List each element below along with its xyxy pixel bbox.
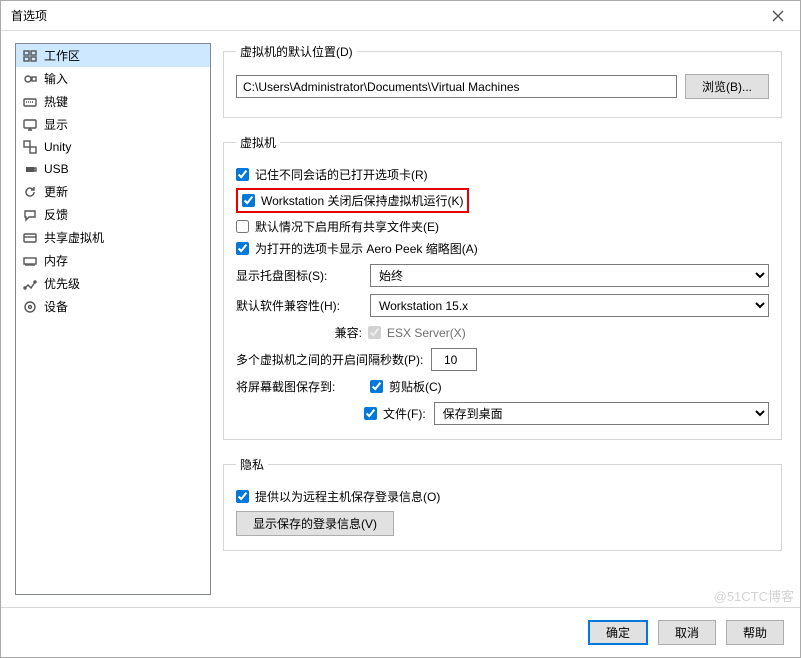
sidebar-item-label: 反馈	[44, 206, 68, 223]
offer-save-input[interactable]	[236, 490, 249, 503]
compat-label: 默认软件兼容性(H):	[236, 297, 362, 314]
offer-save-label: 提供以为远程主机保存登录信息(O)	[255, 488, 440, 505]
priority-icon	[22, 276, 38, 292]
sidebar-item-4[interactable]: Unity	[16, 136, 210, 158]
esx-checkbox: ESX Server(X)	[368, 326, 466, 340]
input-icon	[22, 71, 38, 87]
keep-running-input[interactable]	[242, 194, 255, 207]
shared-folders-label: 默认情况下启用所有共享文件夹(E)	[255, 218, 439, 235]
clipboard-checkbox[interactable]: 剪贴板(C)	[370, 378, 442, 395]
category-sidebar[interactable]: 工作区输入热键显示 Unity USB 更新反馈共享虚拟机内存优先级设备	[15, 43, 211, 595]
titlebar: 首选项	[1, 1, 800, 31]
aero-peek-input[interactable]	[236, 242, 249, 255]
main-panel: 虚拟机的默认位置(D) 浏览(B)... 虚拟机 记住不同会话的已打开选项卡(R…	[223, 43, 786, 595]
sidebar-item-label: 热键	[44, 93, 68, 110]
file-label: 文件(F):	[383, 405, 426, 422]
sidebar-item-label: 内存	[44, 252, 68, 269]
keep-running-checkbox[interactable]: Workstation 关闭后保持虚拟机运行(K)	[242, 192, 463, 209]
highlight-annotation: Workstation 关闭后保持虚拟机运行(K)	[236, 188, 469, 213]
compat-sub-label: 兼容:	[236, 324, 362, 341]
sidebar-item-7[interactable]: 反馈	[16, 203, 210, 226]
sidebar-item-2[interactable]: 热键	[16, 90, 210, 113]
sidebar-item-3[interactable]: 显示	[16, 113, 210, 136]
sidebar-item-label: 共享虚拟机	[44, 229, 104, 246]
show-saved-button[interactable]: 显示保存的登录信息(V)	[236, 511, 394, 536]
remember-tabs-checkbox[interactable]: 记住不同会话的已打开选项卡(R)	[236, 166, 769, 183]
file-input[interactable]	[364, 407, 377, 420]
keep-running-label: Workstation 关闭后保持虚拟机运行(K)	[261, 192, 463, 209]
interval-label: 多个虚拟机之间的开启间隔秒数(P):	[236, 351, 423, 368]
sidebar-item-label: 设备	[44, 298, 68, 315]
offer-save-checkbox[interactable]: 提供以为远程主机保存登录信息(O)	[236, 488, 769, 505]
dialog-footer: 确定 取消 帮助	[1, 607, 800, 657]
updates-icon	[22, 184, 38, 200]
sidebar-item-11[interactable]: 设备	[16, 295, 210, 318]
tray-label: 显示托盘图标(S):	[236, 267, 362, 284]
memory-icon	[22, 253, 38, 269]
clipboard-label: 剪贴板(C)	[389, 378, 442, 395]
cancel-button[interactable]: 取消	[658, 620, 716, 645]
content-area: 工作区输入热键显示 Unity USB 更新反馈共享虚拟机内存优先级设备 虚拟机的默认…	[1, 31, 800, 607]
sidebar-item-5[interactable]: USB	[16, 158, 210, 180]
default-location-legend: 虚拟机的默认位置(D)	[236, 43, 357, 60]
usb-icon	[22, 161, 38, 177]
privacy-legend: 隐私	[236, 456, 268, 473]
aero-peek-label: 为打开的选项卡显示 Aero Peek 缩略图(A)	[255, 240, 478, 257]
shared-folders-checkbox[interactable]: 默认情况下启用所有共享文件夹(E)	[236, 218, 769, 235]
remember-tabs-label: 记住不同会话的已打开选项卡(R)	[255, 166, 428, 183]
sidebar-item-6[interactable]: 更新	[16, 180, 210, 203]
unity-icon	[22, 139, 38, 155]
sidebar-item-10[interactable]: 优先级	[16, 272, 210, 295]
sidebar-item-0[interactable]: 工作区	[16, 44, 210, 67]
shared-folders-input[interactable]	[236, 220, 249, 233]
privacy-group: 隐私 提供以为远程主机保存登录信息(O) 显示保存的登录信息(V)	[223, 456, 782, 551]
close-icon	[770, 8, 786, 24]
workspace-icon	[22, 48, 38, 64]
browse-button[interactable]: 浏览(B)...	[685, 74, 769, 99]
hotkeys-icon	[22, 94, 38, 110]
interval-input[interactable]	[431, 348, 477, 371]
preferences-window: 首选项 工作区输入热键显示 Unity USB 更新反馈共享虚拟机内存优先级设备 虚拟…	[0, 0, 801, 658]
sidebar-item-label: USB	[44, 162, 69, 176]
default-location-input[interactable]	[236, 75, 677, 98]
vm-legend: 虚拟机	[236, 134, 280, 151]
sidebar-item-label: 工作区	[44, 47, 80, 64]
close-button[interactable]	[755, 1, 800, 31]
clipboard-input[interactable]	[370, 380, 383, 393]
screenshot-label: 将屏幕截图保存到:	[236, 378, 362, 395]
compat-select[interactable]: Workstation 15.x	[370, 294, 769, 317]
sidebar-item-label: 显示	[44, 116, 68, 133]
vm-group: 虚拟机 记住不同会话的已打开选项卡(R) Workstation 关闭后保持虚拟…	[223, 134, 782, 440]
feedback-icon	[22, 207, 38, 223]
tray-select[interactable]: 始终	[370, 264, 769, 287]
sidebar-item-1[interactable]: 输入	[16, 67, 210, 90]
sidebar-item-label: Unity	[44, 140, 71, 154]
devices-icon	[22, 299, 38, 315]
window-title: 首选项	[11, 7, 47, 24]
file-dest-select[interactable]: 保存到桌面	[434, 402, 769, 425]
esx-input	[368, 326, 381, 339]
esx-label: ESX Server(X)	[387, 326, 466, 340]
help-button[interactable]: 帮助	[726, 620, 784, 645]
sidebar-item-label: 更新	[44, 183, 68, 200]
remember-tabs-input[interactable]	[236, 168, 249, 181]
sidebar-item-8[interactable]: 共享虚拟机	[16, 226, 210, 249]
display-icon	[22, 117, 38, 133]
sidebar-item-label: 输入	[44, 70, 68, 87]
shared-vm-icon	[22, 230, 38, 246]
file-checkbox[interactable]: 文件(F):	[364, 405, 426, 422]
ok-button[interactable]: 确定	[588, 620, 648, 645]
aero-peek-checkbox[interactable]: 为打开的选项卡显示 Aero Peek 缩略图(A)	[236, 240, 769, 257]
default-location-group: 虚拟机的默认位置(D) 浏览(B)...	[223, 43, 782, 118]
sidebar-item-label: 优先级	[44, 275, 80, 292]
sidebar-item-9[interactable]: 内存	[16, 249, 210, 272]
